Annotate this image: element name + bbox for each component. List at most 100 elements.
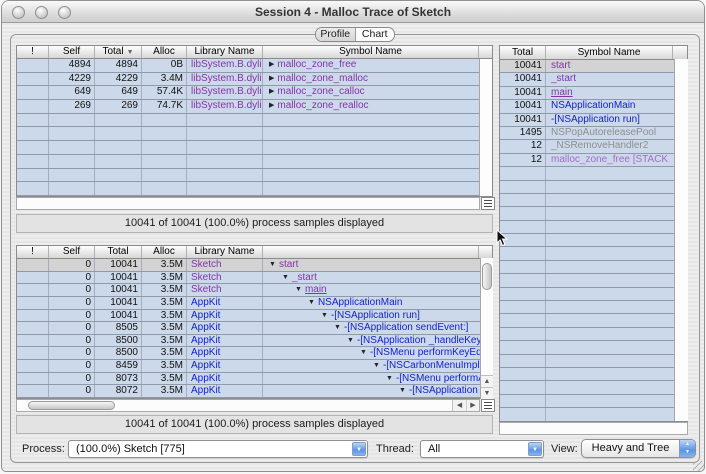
top-table-vertical-scrollbar[interactable]: [479, 59, 492, 196]
table-row[interactable]: [500, 221, 687, 234]
table-row[interactable]: 26926974.7KlibSystem.B.dylib▶malloc_zone…: [17, 100, 492, 114]
table-row[interactable]: [500, 167, 687, 180]
scroll-left-arrow[interactable]: ◀: [453, 400, 466, 411]
disclosure-expanded-icon[interactable]: ▼: [282, 274, 289, 281]
table-row[interactable]: 085003.5MAppKit▼-[NSMenu performKeyEquiv…: [17, 347, 492, 360]
disclosure-collapsed-icon[interactable]: ▶: [269, 61, 274, 68]
table-row[interactable]: [17, 114, 492, 128]
bottom-table-list-view-button[interactable]: [481, 399, 495, 412]
table-row[interactable]: [500, 355, 687, 368]
disclosure-expanded-icon[interactable]: ▼: [308, 299, 315, 306]
table-row[interactable]: 12_NSRemoveHandler2: [500, 140, 687, 153]
table-row[interactable]: 489448940BlibSystem.B.dylib▶malloc_zone_…: [17, 59, 492, 73]
table-row[interactable]: [500, 181, 687, 194]
table-row[interactable]: [17, 169, 492, 183]
bottom-table-vertical-scrollbar[interactable]: ▲ ▼: [480, 258, 493, 399]
table-row[interactable]: 10041NSApplicationMain: [500, 100, 687, 113]
table-row[interactable]: [500, 194, 687, 207]
table-row[interactable]: [17, 182, 492, 196]
disclosure-expanded-icon[interactable]: ▼: [321, 312, 328, 319]
column-header-Total[interactable]: Total▼: [95, 46, 142, 58]
column-header-Library Name[interactable]: Library Name: [187, 246, 263, 258]
column-header-Symbol Name[interactable]: Symbol Name: [263, 46, 479, 58]
column-header-symbol[interactable]: [263, 246, 479, 258]
disclosure-collapsed-icon[interactable]: ▶: [269, 75, 274, 82]
resize-grip[interactable]: [693, 461, 705, 472]
column-header-Symbol Name[interactable]: Symbol Name: [546, 46, 673, 59]
table-row[interactable]: 0100413.5MSketch▼_start: [17, 272, 492, 285]
disclosure-expanded-icon[interactable]: ▼: [360, 349, 367, 356]
table-row[interactable]: [500, 261, 687, 274]
disclosure-collapsed-icon[interactable]: ▶: [269, 88, 274, 95]
table-row[interactable]: 0100413.5MSketch▼start: [17, 259, 492, 272]
process-dropdown-arrow-icon[interactable]: ▼: [352, 442, 366, 456]
disclosure-expanded-icon[interactable]: ▼: [347, 337, 354, 344]
top-table-list-view-button[interactable]: [481, 197, 495, 210]
column-header-Self[interactable]: Self: [49, 246, 95, 258]
table-row[interactable]: [500, 341, 687, 354]
table-row[interactable]: 10041main: [500, 87, 687, 100]
table-row[interactable]: [500, 395, 687, 408]
top-table-horizontal-scrollbar[interactable]: [16, 197, 480, 210]
table-row[interactable]: [500, 368, 687, 381]
tab-profile[interactable]: Profile: [316, 28, 355, 41]
table-row[interactable]: 10041_start: [500, 73, 687, 86]
table-row[interactable]: [17, 155, 492, 169]
table-row[interactable]: [500, 234, 687, 247]
thread-combobox[interactable]: All ▼: [420, 440, 544, 458]
table-row[interactable]: 0100413.5MAppKit▼NSApplicationMain: [17, 297, 492, 310]
table-row[interactable]: [17, 127, 492, 141]
bottom-table-horizontal-scrollbar[interactable]: ◀ ▶: [16, 399, 480, 412]
table-row[interactable]: 080733.5MAppKit▼-[NSMenu performActionFo…: [17, 373, 492, 386]
right-table-horizontal-scrollbar[interactable]: [499, 422, 688, 435]
column-header-Total[interactable]: Total: [95, 246, 142, 258]
disclosure-expanded-icon[interactable]: ▼: [269, 261, 276, 268]
table-row[interactable]: 084593.5MAppKit▼-[NSCarbonMenuImpl perfo…: [17, 360, 492, 373]
table-row[interactable]: [500, 314, 687, 327]
table-row[interactable]: [500, 381, 687, 394]
table-row[interactable]: [500, 301, 687, 314]
table-row[interactable]: 64964957.4KlibSystem.B.dylib▶malloc_zone…: [17, 86, 492, 100]
horizontal-scrollbar-thumb[interactable]: [28, 401, 115, 410]
table-row[interactable]: 12malloc_zone_free [STACK: [500, 154, 687, 167]
disclosure-collapsed-icon[interactable]: ▶: [269, 102, 274, 109]
thread-dropdown-arrow-icon[interactable]: ▼: [528, 442, 542, 456]
table-row[interactable]: 10041-[NSApplication run]: [500, 114, 687, 127]
table-row[interactable]: [500, 328, 687, 341]
scroll-up-arrow[interactable]: ▲: [481, 375, 493, 387]
process-combobox[interactable]: (100.0%) Sketch [775] ▼: [68, 440, 368, 458]
column-header-Library Name[interactable]: Library Name: [187, 46, 263, 58]
table-row[interactable]: 0100413.5MAppKit▼-[NSApplication run]: [17, 310, 492, 323]
disclosure-expanded-icon[interactable]: ▼: [334, 324, 341, 331]
disclosure-expanded-icon[interactable]: ▼: [386, 375, 393, 382]
column-header-![interactable]: !: [17, 246, 49, 258]
table-row[interactable]: [500, 408, 687, 421]
disclosure-expanded-icon[interactable]: ▼: [399, 387, 406, 394]
column-header-Total[interactable]: Total: [500, 46, 546, 59]
table-row[interactable]: [500, 207, 687, 220]
right-table-vertical-scrollbar[interactable]: [674, 59, 688, 421]
scroll-right-arrow[interactable]: ▶: [466, 400, 479, 411]
table-row[interactable]: 1495NSPopAutoreleasePool: [500, 127, 687, 140]
column-header-Self[interactable]: Self: [49, 46, 95, 58]
table-row[interactable]: [500, 288, 687, 301]
view-popup-button[interactable]: Heavy and Tree ▲▼: [581, 439, 696, 458]
vertical-scrollbar-thumb[interactable]: [482, 263, 492, 290]
disclosure-expanded-icon[interactable]: ▼: [295, 286, 302, 293]
column-header-![interactable]: !: [17, 46, 49, 58]
column-header-Alloc[interactable]: Alloc: [142, 246, 187, 258]
table-row[interactable]: 422942293.4MlibSystem.B.dylib▶malloc_zon…: [17, 73, 492, 87]
disclosure-expanded-icon[interactable]: ▼: [373, 362, 380, 369]
table-row[interactable]: 0100413.5MSketch▼main: [17, 284, 492, 297]
titlebar[interactable]: Session 4 - Malloc Trace of Sketch: [2, 1, 704, 23]
table-row[interactable]: 085003.5MAppKit▼-[NSApplication _handleK…: [17, 335, 492, 348]
popup-stepper-icon[interactable]: ▲▼: [679, 440, 695, 457]
tab-chart[interactable]: Chart: [355, 28, 395, 41]
table-row[interactable]: [17, 141, 492, 155]
table-row[interactable]: 10041start: [500, 60, 687, 73]
table-row[interactable]: 080723.5MAppKit▼-[NSApplication sendActi…: [17, 385, 492, 398]
table-row[interactable]: 085053.5MAppKit▼-[NSApplication sendEven…: [17, 322, 492, 335]
scroll-down-arrow[interactable]: ▼: [481, 387, 493, 399]
table-row[interactable]: [500, 247, 687, 260]
column-header-Alloc[interactable]: Alloc: [142, 46, 187, 58]
